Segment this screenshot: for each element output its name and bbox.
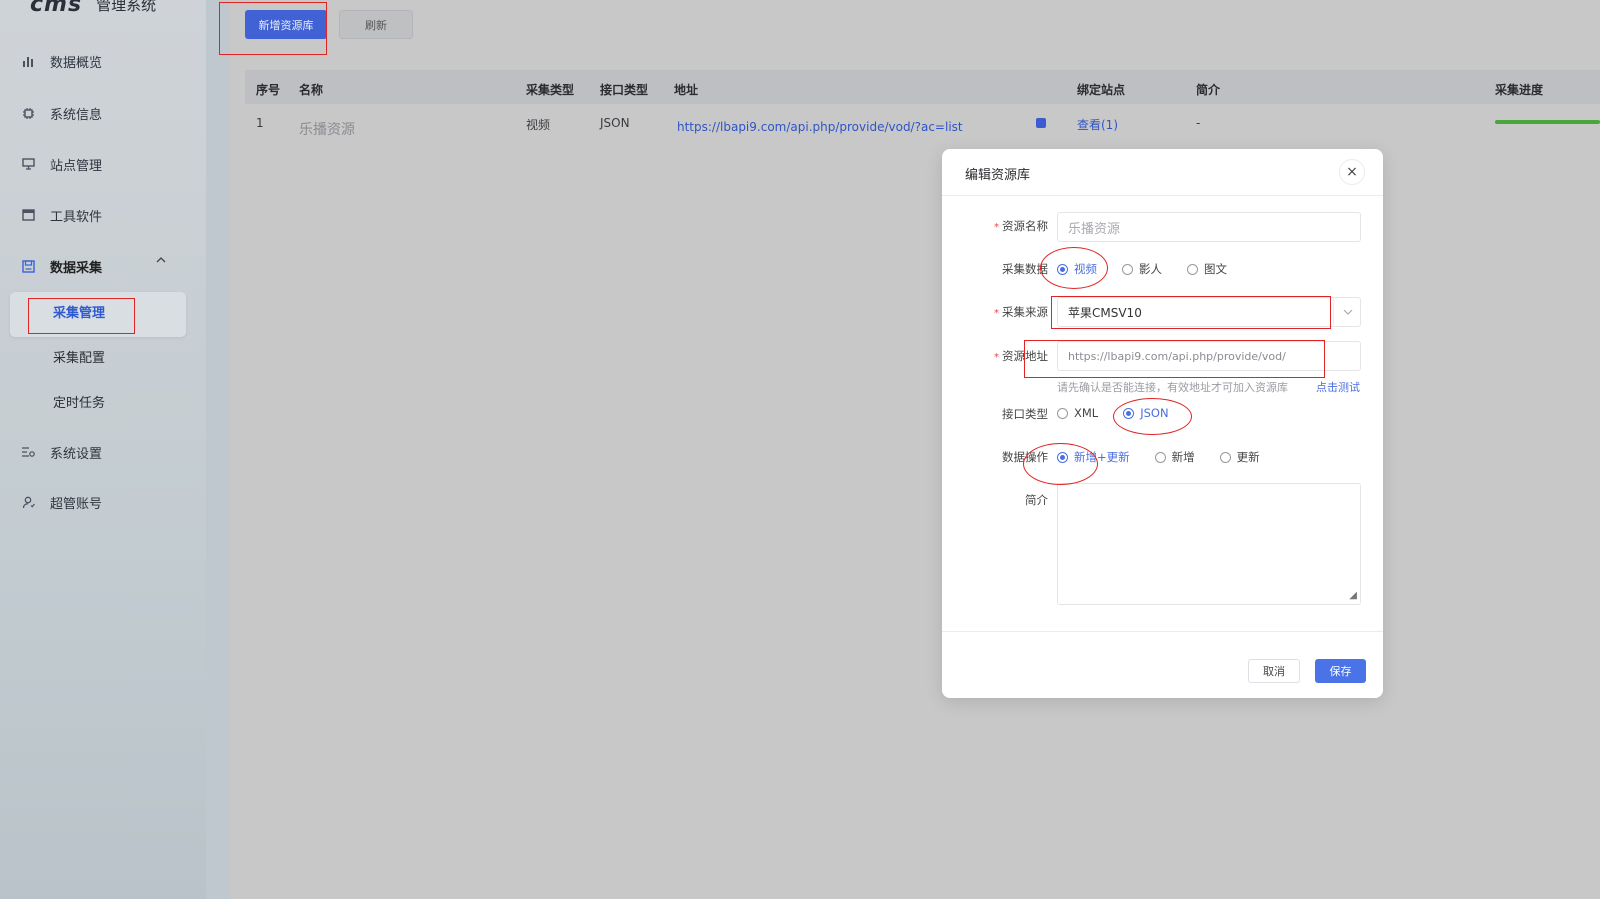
source-label: * 采集来源 <box>994 305 1048 319</box>
col-api: 接口类型 <box>600 83 649 97</box>
progress-bar <box>1495 120 1600 124</box>
col-name: 名称 <box>299 83 324 97</box>
sidebar-item-label: 数据采集 <box>50 260 103 276</box>
close-icon[interactable]: × <box>1339 159 1365 185</box>
add-resource-button[interactable]: 新增资源库 <box>245 10 327 39</box>
description-textarea[interactable]: ◢ <box>1057 483 1361 605</box>
monitor-icon <box>20 156 36 172</box>
table-header: 序号 名称 采集类型 接口类型 地址 绑定站点 简介 采集进度 <box>245 70 1600 104</box>
radio-add[interactable]: 新增 <box>1154 449 1195 465</box>
logo-mark: cms <box>30 0 83 17</box>
chevron-up-icon[interactable] <box>156 253 166 266</box>
operation-radio-group: 新增+更新 新增 更新 <box>1057 449 1285 465</box>
col-progress: 采集进度 <box>1495 83 1544 97</box>
bar-chart-icon <box>20 53 36 69</box>
refresh-button[interactable]: 刷新 <box>339 10 413 39</box>
resource-name-input[interactable]: 乐播资源 <box>1057 212 1361 242</box>
col-url: 地址 <box>674 83 699 97</box>
sidebar-item-label: 系统信息 <box>50 107 103 123</box>
url-label: * 资源地址 <box>994 349 1048 363</box>
radio-json[interactable]: JSON <box>1123 406 1169 420</box>
edit-resource-dialog: 编辑资源库 × * 资源名称 乐播资源 采集数据 视频 影人 图文 * 采集来源 苹… <box>942 149 1383 698</box>
radio-update[interactable]: 更新 <box>1219 449 1260 465</box>
save-icon <box>20 258 36 274</box>
sidebar-item-settings[interactable]: 系统设置 <box>20 440 102 464</box>
sidebar-item-label: 站点管理 <box>50 158 103 174</box>
divider <box>942 195 1383 196</box>
settings-sliders-icon <box>20 444 36 460</box>
radio-add-update[interactable]: 新增+更新 <box>1057 449 1130 465</box>
chip-icon <box>20 105 36 121</box>
url-hint: 请先确认是否能连接，有效地址才可加入资源库 <box>1057 381 1288 394</box>
cell-name: 乐播资源 <box>299 122 355 138</box>
copy-icon[interactable] <box>1036 118 1046 128</box>
cell-url-link[interactable]: https://lbapi9.com/api.php/provide/vod/?… <box>677 120 963 134</box>
chevron-down-icon[interactable] <box>1333 297 1361 327</box>
submenu-item-scheduled-tasks[interactable]: 定时任务 <box>53 392 105 411</box>
cell-desc: - <box>1196 116 1201 130</box>
submenu-item-collect-manage[interactable]: 采集管理 <box>53 302 105 321</box>
sidebar-item-label: 工具软件 <box>50 209 103 225</box>
sidebar-item-label: 数据概览 <box>50 55 103 71</box>
sidebar-item-label: 系统设置 <box>50 446 103 462</box>
sidebar-item-system-info[interactable]: 系统信息 <box>20 101 102 125</box>
app-title: 管理系统 <box>96 0 157 14</box>
desc-label: 简介 <box>1025 493 1048 507</box>
sidebar-item-sites[interactable]: 站点管理 <box>20 152 102 176</box>
data-type-radio-group: 视频 影人 图文 <box>1057 261 1252 277</box>
app-logo[interactable]: cms 管理系统 <box>30 0 157 17</box>
cell-index: 1 <box>256 116 264 130</box>
save-button[interactable]: 保存 <box>1315 659 1366 683</box>
name-label: * 资源名称 <box>994 219 1048 233</box>
col-type: 采集类型 <box>526 83 575 97</box>
sidebar-item-label: 超管账号 <box>50 496 103 512</box>
col-index: 序号 <box>256 83 281 97</box>
sidebar-item-admin-account[interactable]: 超管账号 <box>20 490 102 514</box>
operation-label: 数据操作 <box>1002 450 1048 464</box>
resize-handle-icon[interactable]: ◢ <box>1349 590 1357 601</box>
cancel-button[interactable]: 取消 <box>1248 659 1300 683</box>
col-bind: 绑定站点 <box>1077 83 1126 97</box>
radio-person[interactable]: 影人 <box>1122 261 1162 277</box>
sidebar-item-data-collection[interactable]: 数据采集 <box>20 254 102 278</box>
data-type-label: 采集数据 <box>1002 262 1048 276</box>
sidebar-item-dashboard[interactable]: 数据概览 <box>20 49 102 73</box>
source-select[interactable]: 苹果CMSV10 <box>1057 297 1361 327</box>
radio-xml[interactable]: XML <box>1057 406 1098 420</box>
test-connection-link[interactable]: 点击测试 <box>1316 379 1360 395</box>
api-type-radio-group: XML JSON <box>1057 406 1194 420</box>
sidebar-item-tools[interactable]: 工具软件 <box>20 203 102 227</box>
cell-type: 视频 <box>526 118 551 132</box>
submenu-item-collect-config[interactable]: 采集配置 <box>53 347 105 366</box>
divider <box>942 631 1383 632</box>
window-icon <box>20 207 36 223</box>
radio-article[interactable]: 图文 <box>1187 261 1227 277</box>
user-icon <box>20 494 36 510</box>
dialog-title: 编辑资源库 <box>965 168 1031 183</box>
sidebar-edge <box>206 0 230 899</box>
radio-video[interactable]: 视频 <box>1057 261 1097 277</box>
col-desc: 简介 <box>1196 83 1221 97</box>
cell-bind-link[interactable]: 查看(1) <box>1077 116 1118 133</box>
api-type-label: 接口类型 <box>1002 407 1048 421</box>
cell-api: JSON <box>600 116 630 130</box>
resource-url-input[interactable]: https://lbapi9.com/api.php/provide/vod/ <box>1057 341 1361 371</box>
